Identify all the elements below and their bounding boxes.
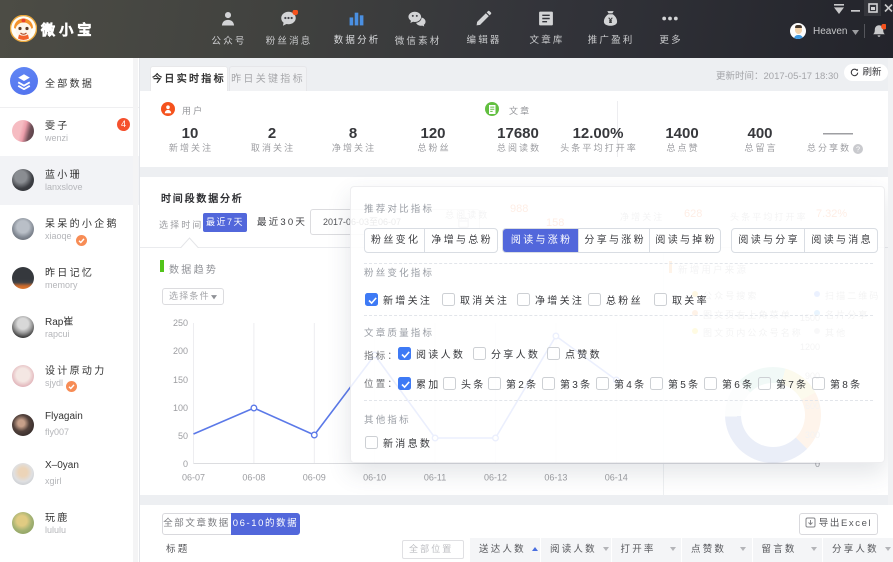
svg-text:250: 250: [173, 318, 188, 328]
svg-text:06-12: 06-12: [484, 473, 507, 483]
svg-text:150: 150: [173, 375, 188, 385]
svg-text:06-14: 06-14: [605, 473, 628, 483]
svg-text:?: ?: [856, 144, 860, 153]
svg-text:06-11: 06-11: [424, 473, 446, 483]
svg-text:200: 200: [173, 346, 188, 356]
svg-text:06-08: 06-08: [242, 473, 265, 483]
svg-text:100: 100: [173, 403, 188, 413]
svg-text:06-09: 06-09: [303, 473, 326, 483]
svg-text:06-13: 06-13: [544, 473, 567, 483]
svg-text:0: 0: [183, 459, 188, 469]
svg-text:50: 50: [178, 431, 188, 441]
svg-text:06-07: 06-07: [182, 473, 205, 483]
svg-text:06-10: 06-10: [363, 473, 386, 483]
